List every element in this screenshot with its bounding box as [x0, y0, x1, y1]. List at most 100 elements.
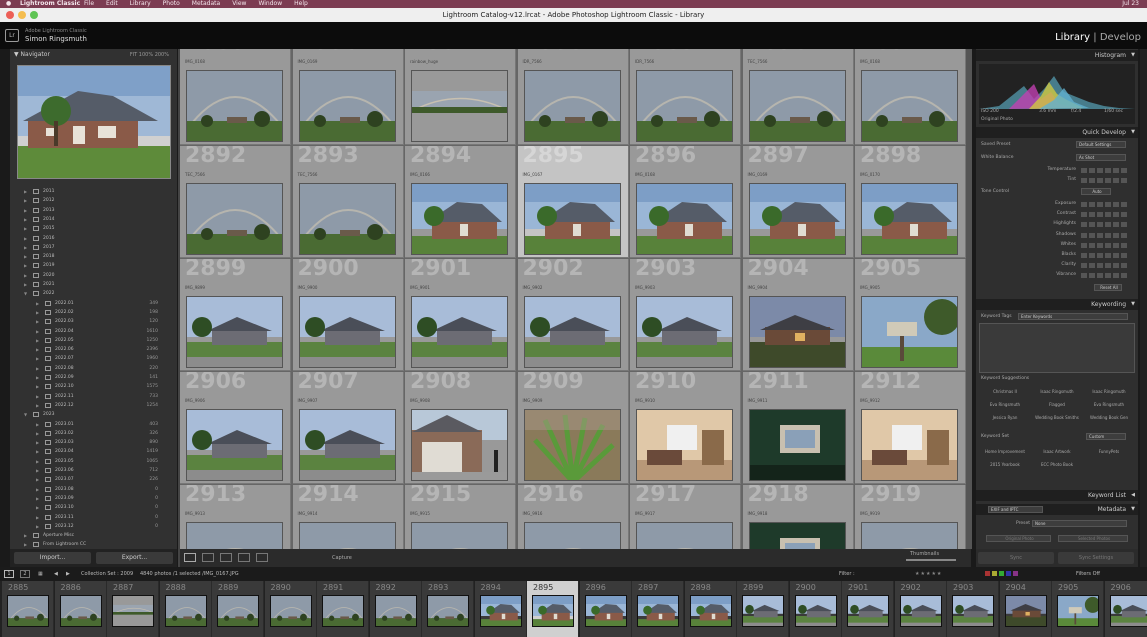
- photo-thumbnail[interactable]: [298, 409, 396, 481]
- folder-row[interactable]: ▶ 2023.01 403: [10, 420, 170, 429]
- triangle-right-icon[interactable]: ▶: [36, 485, 39, 494]
- filmstrip-thumbnail[interactable]: [479, 595, 522, 627]
- triangle-right-icon[interactable]: ▶: [36, 373, 39, 382]
- tint-buttons[interactable]: [1081, 178, 1129, 183]
- grid-view-icon[interactable]: [184, 553, 196, 562]
- photo-thumbnail[interactable]: [523, 70, 621, 142]
- grid-cell[interactable]: 2908 IMG_9908: [405, 372, 516, 484]
- menu-app[interactable]: Lightroom Classic: [20, 0, 80, 8]
- photo-thumbnail[interactable]: [298, 183, 396, 255]
- keyword-set-item[interactable]: 2015 Yearbook: [980, 462, 1030, 467]
- photo-thumbnail[interactable]: [411, 409, 508, 481]
- triangle-down-icon[interactable]: ▼: [24, 289, 27, 298]
- triangle-right-icon[interactable]: ▶: [24, 224, 27, 233]
- folder-row[interactable]: ▶ Aperture Misc: [10, 531, 170, 540]
- filmstrip-thumbnail[interactable]: [899, 595, 942, 627]
- filmstrip-cell[interactable]: 2887: [107, 581, 159, 637]
- grid-cell[interactable]: 2910 IMG_9910: [630, 372, 741, 484]
- filmstrip-cell[interactable]: 2890: [264, 581, 317, 637]
- folder-row[interactable]: ▶ 2022.07 1960: [10, 354, 170, 363]
- photo-thumbnail[interactable]: [636, 70, 733, 142]
- triangle-right-icon[interactable]: ▶: [36, 420, 39, 429]
- grid-cell[interactable]: 2888 IDR_7566: [517, 49, 629, 145]
- folder-row[interactable]: ▶ 2022.05 1250: [10, 336, 170, 345]
- photo-thumbnail[interactable]: [523, 522, 621, 549]
- triangle-right-icon[interactable]: ▶: [36, 317, 39, 326]
- temperature-buttons[interactable]: [1081, 168, 1129, 173]
- filmstrip-thumbnail[interactable]: [532, 595, 574, 627]
- filmstrip-thumbnail[interactable]: [269, 595, 312, 627]
- yellow-label-filter[interactable]: [992, 571, 997, 576]
- filmstrip-source[interactable]: Collection Set : 2009: [81, 567, 133, 581]
- grid-cell[interactable]: 2891 IMG_0168: [855, 49, 966, 145]
- triangle-right-icon[interactable]: ▶: [24, 196, 27, 205]
- folder-row[interactable]: ▶ 2022.02 198: [10, 308, 170, 317]
- filmstrip-thumbnail[interactable]: [1057, 595, 1099, 627]
- triangle-right-icon[interactable]: ▶: [36, 327, 39, 336]
- folder-row[interactable]: ▶ 2021: [10, 280, 170, 289]
- grid-cell[interactable]: 2915 IMG_9915: [405, 485, 516, 549]
- folder-row[interactable]: ▶ 2023.11 0: [10, 513, 170, 522]
- folder-row[interactable]: ▶ 2022.03 120: [10, 317, 170, 326]
- triangle-right-icon[interactable]: ▶: [24, 206, 27, 215]
- filmstrip-thumbnail[interactable]: [584, 595, 627, 627]
- grid-cell[interactable]: 2902 IMG_9902: [517, 259, 629, 371]
- folder-row[interactable]: ▶ 2016: [10, 234, 170, 243]
- folder-row[interactable]: ▶ 2018: [10, 252, 170, 261]
- menu-view[interactable]: View: [232, 0, 246, 7]
- triangle-right-icon[interactable]: ▶: [36, 345, 39, 354]
- people-view-icon[interactable]: [256, 553, 268, 562]
- photo-thumbnail[interactable]: [186, 183, 283, 255]
- grid-cell[interactable]: 2897 IMG_0169: [742, 146, 854, 258]
- folder-row[interactable]: ▶ 2022.09 141: [10, 373, 170, 382]
- purple-label-filter[interactable]: [1013, 571, 1018, 576]
- grid-cell[interactable]: 2919 IMG_9919: [855, 485, 966, 549]
- grid-cell[interactable]: 2907 IMG_9907: [292, 372, 404, 484]
- filmstrip-thumbnail[interactable]: [1109, 595, 1147, 627]
- filmstrip-cell[interactable]: 2901: [842, 581, 894, 637]
- keyword-suggestion[interactable]: Eva Ringsmuth: [1084, 402, 1134, 407]
- sync-settings-button[interactable]: Sync Settings: [1058, 552, 1134, 564]
- selected-photos-button[interactable]: Selected Photos: [1058, 535, 1128, 542]
- folder-row[interactable]: ▶ 2017: [10, 243, 170, 252]
- grid-cell[interactable]: 2889 IDR_7566: [630, 49, 741, 145]
- triangle-right-icon[interactable]: ▶: [36, 522, 39, 531]
- folder-row[interactable]: ▶ 2022.11 733: [10, 392, 170, 401]
- photo-thumbnail[interactable]: [861, 70, 958, 142]
- triangle-down-icon[interactable]: ▼: [24, 410, 27, 419]
- photo-thumbnail[interactable]: [748, 522, 846, 549]
- tone-adjust-buttons[interactable]: [1081, 202, 1129, 207]
- grid-cell[interactable]: 2916 IMG_9916: [517, 485, 629, 549]
- triangle-right-icon[interactable]: ▶: [36, 457, 39, 466]
- folder-row[interactable]: ▶ 2022.01 349: [10, 299, 170, 308]
- triangle-right-icon[interactable]: ▶: [24, 243, 27, 252]
- triangle-right-icon[interactable]: ▶: [24, 215, 27, 224]
- keyword-suggestion[interactable]: Jessica Ryan: [980, 415, 1030, 420]
- triangle-right-icon[interactable]: ▶: [36, 382, 39, 391]
- metadata-preset-select[interactable]: None: [1032, 520, 1127, 527]
- triangle-right-icon[interactable]: ▶: [36, 503, 39, 512]
- filmstrip-thumbnail[interactable]: [952, 595, 994, 627]
- tone-adjust-buttons[interactable]: [1081, 222, 1129, 228]
- triangle-right-icon[interactable]: ▶: [24, 234, 27, 243]
- triangle-right-icon[interactable]: ▶: [36, 513, 39, 522]
- photo-thumbnail[interactable]: [748, 70, 846, 142]
- photo-thumbnail[interactable]: [186, 409, 283, 481]
- triangle-right-icon[interactable]: ▶: [36, 401, 39, 410]
- capture-label[interactable]: Capture: [332, 555, 352, 561]
- grid-cell[interactable]: 2909 IMG_9909: [517, 372, 629, 484]
- photo-thumbnail[interactable]: [861, 183, 958, 255]
- triangle-right-icon[interactable]: ▶: [24, 531, 27, 540]
- keyword-list-header[interactable]: Keyword List ◀: [976, 490, 1138, 501]
- folder-row[interactable]: ▶ 2015: [10, 224, 170, 233]
- filmstrip-cell[interactable]: 2903: [947, 581, 999, 637]
- filmstrip-cell[interactable]: 2888: [159, 581, 212, 637]
- grid-cell[interactable]: 2899 IMG_9899: [180, 259, 291, 371]
- filmstrip-thumbnail[interactable]: [427, 595, 469, 627]
- keyword-suggestion[interactable]: Christmas II: [980, 389, 1030, 394]
- photo-thumbnail[interactable]: [636, 409, 733, 481]
- photo-thumbnail[interactable]: [748, 409, 846, 481]
- navigator-zoom-options[interactable]: FIT 100% 200%: [130, 49, 169, 61]
- folder-row[interactable]: ▶ 2023.09 0: [10, 494, 170, 503]
- folder-row[interactable]: ▶ 2022.06 2396: [10, 345, 170, 354]
